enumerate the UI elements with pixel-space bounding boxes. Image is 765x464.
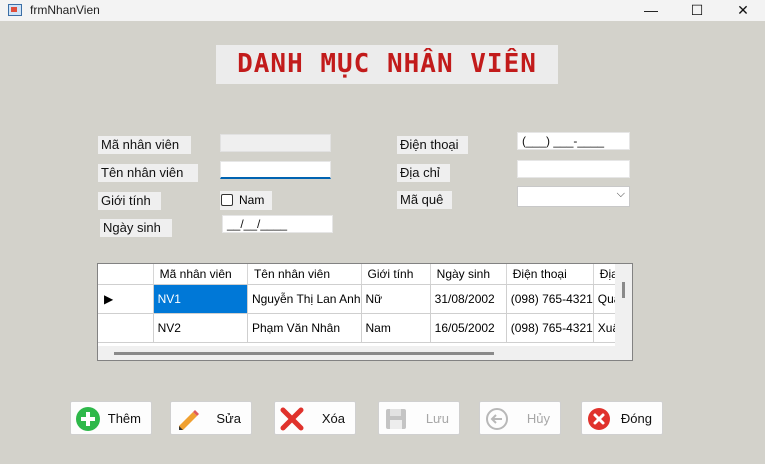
app-icon: [8, 4, 22, 16]
ngay-sinh-field[interactable]: __/__/____: [222, 215, 333, 233]
title-bar: frmNhanVien — ☐ ✕: [0, 0, 765, 21]
label-dien-thoai: Điện thoại: [397, 136, 468, 154]
label-ngay-sinh: Ngày sinh: [100, 219, 172, 237]
grid-corner-header[interactable]: [98, 264, 154, 285]
table-cell[interactable]: NV2: [153, 313, 248, 343]
edit-button[interactable]: Sửa: [170, 401, 252, 435]
minimize-button[interactable]: —: [628, 0, 674, 21]
table-cell[interactable]: NV1: [153, 284, 248, 314]
vertical-scrollbar[interactable]: [615, 264, 632, 360]
cancel-button[interactable]: Hủy: [479, 401, 561, 435]
dia-chi-field[interactable]: [517, 160, 630, 178]
close-form-button-label: Đóng: [620, 411, 652, 426]
table-cell[interactable]: 31/08/2002: [430, 284, 507, 314]
vertical-scroll-thumb[interactable]: [622, 282, 625, 298]
edit-button-label: Sửa: [216, 411, 241, 426]
page-title: DANH MỤC NHÂN VIÊN: [216, 45, 558, 84]
pencil-icon: [179, 410, 199, 430]
floppy-disk-icon: [386, 409, 406, 429]
employee-grid[interactable]: Mã nhân viên Tên nhân viên Giới tính Ngà…: [97, 263, 633, 361]
table-cell[interactable]: 16/05/2002: [430, 313, 507, 343]
x-icon: [280, 407, 304, 431]
gioi-tinh-checkbox[interactable]: Nam: [220, 191, 272, 210]
table-cell[interactable]: (098) 765-4321: [506, 284, 594, 314]
col-ma-nhan-vien[interactable]: Mã nhân viên: [153, 264, 248, 285]
col-ten-nhan-vien[interactable]: Tên nhân viên: [247, 264, 362, 285]
ma-que-select[interactable]: ⌵: [517, 186, 630, 207]
table-cell[interactable]: Nam: [361, 313, 431, 343]
ma-nhan-vien-field[interactable]: [220, 134, 331, 152]
close-button[interactable]: ✕: [720, 0, 765, 21]
ten-nhan-vien-field[interactable]: [220, 161, 331, 179]
cancel-button-label: Hủy: [526, 411, 550, 426]
row-indicator[interactable]: [98, 313, 154, 343]
label-gioi-tinh: Giới tính: [98, 192, 161, 210]
checkbox-box[interactable]: [221, 194, 233, 206]
table-cell[interactable]: (098) 765-4321: [506, 313, 594, 343]
col-dien-thoai[interactable]: Điện thoại: [506, 264, 594, 285]
horizontal-scrollbar[interactable]: [98, 346, 617, 360]
label-ten-nhan-vien: Tên nhân viên: [98, 164, 198, 182]
delete-button-label: Xóa: [321, 411, 345, 426]
row-indicator[interactable]: ▶: [98, 284, 154, 314]
label-dia-chi: Địa chỉ: [397, 164, 450, 182]
table-cell[interactable]: Phạm Văn Nhân: [247, 313, 362, 343]
label-ma-que: Mã quê: [397, 191, 452, 209]
window-title: frmNhanVien: [30, 3, 100, 17]
close-form-button[interactable]: Đóng: [581, 401, 663, 435]
col-gioi-tinh[interactable]: Giới tính: [361, 264, 431, 285]
dien-thoai-field[interactable]: (___) ___-____: [517, 132, 630, 150]
horizontal-scroll-thumb[interactable]: [114, 352, 494, 355]
delete-button[interactable]: Xóa: [274, 401, 356, 435]
col-ngay-sinh[interactable]: Ngày sinh: [430, 264, 507, 285]
checkbox-label: Nam: [239, 193, 265, 207]
table-cell[interactable]: Nguyễn Thị Lan Anh: [247, 284, 362, 314]
chevron-down-icon[interactable]: ⌵: [617, 188, 625, 201]
close-circle-icon: [588, 408, 610, 430]
arrow-left-icon: [486, 408, 508, 430]
label-ma-nhan-vien: Mã nhân viên: [98, 136, 191, 154]
add-button-label: Thêm: [107, 411, 141, 426]
table-row[interactable]: NV2 Phạm Văn Nhân Nam 16/05/2002 (098) 7…: [98, 313, 632, 343]
add-button[interactable]: Thêm: [70, 401, 152, 435]
plus-circle-icon: [76, 407, 100, 431]
save-button[interactable]: Lưu: [378, 401, 460, 435]
maximize-button[interactable]: ☐: [674, 0, 720, 21]
save-button-label: Lưu: [425, 411, 449, 426]
table-cell[interactable]: Nữ: [361, 284, 431, 314]
grid-header-row: Mã nhân viên Tên nhân viên Giới tính Ngà…: [98, 264, 632, 285]
table-row[interactable]: ▶ NV1 Nguyễn Thị Lan Anh Nữ 31/08/2002 (…: [98, 284, 632, 314]
